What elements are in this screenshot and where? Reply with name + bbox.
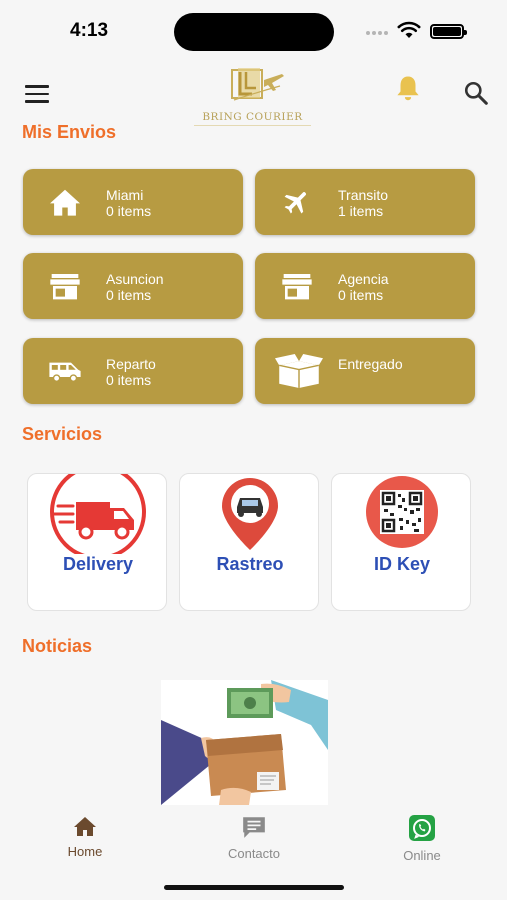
app-header: BRING COURIER — [0, 60, 507, 126]
service-label: ID Key — [373, 554, 431, 574]
shipment-label: Asuncion — [106, 271, 164, 287]
logo-underline — [194, 125, 311, 126]
van-icon — [47, 355, 83, 387]
shipment-label: Reparto — [106, 356, 156, 372]
shipments-section-title: Mis Envios — [22, 122, 117, 142]
service-label: Rastreo — [216, 554, 284, 574]
map-pin-car-icon — [180, 474, 320, 556]
hamburger-menu-icon[interactable] — [25, 85, 49, 103]
shipment-label: Miami — [106, 187, 144, 203]
app-logo: BRING COURIER — [190, 64, 315, 126]
search-icon[interactable] — [463, 80, 489, 106]
store-icon — [47, 270, 83, 302]
nav-label: Home — [67, 844, 103, 859]
store-icon — [279, 270, 315, 302]
home-icon — [74, 817, 96, 836]
shipment-card-reparto[interactable]: Reparto 0 items — [23, 338, 243, 404]
shipment-count: 0 items — [106, 287, 152, 303]
service-label: Delivery — [62, 554, 134, 574]
shipment-label: Agencia — [338, 271, 389, 287]
service-card-id-key[interactable]: ID Key — [331, 473, 471, 611]
shipment-count: 0 items — [106, 203, 152, 219]
shipment-card-asuncion[interactable]: Asuncion 0 items — [23, 253, 243, 319]
bottom-navigation: Home Contacto Online — [0, 805, 507, 900]
battery-icon — [430, 24, 467, 39]
shipment-count: 0 items — [338, 287, 384, 303]
home-icon — [47, 186, 83, 218]
status-time: 4:13 — [70, 20, 109, 41]
service-card-delivery[interactable]: Delivery — [27, 473, 167, 611]
notification-bell-icon[interactable] — [393, 74, 423, 104]
service-card-rastreo[interactable]: Rastreo — [179, 473, 319, 611]
shipment-card-entregado[interactable]: Entregado — [255, 338, 475, 404]
services-section-title: Servicios — [22, 424, 103, 444]
cellular-signal-icon — [366, 31, 388, 35]
nav-label: Contacto — [227, 846, 281, 861]
airplane-icon — [279, 186, 315, 218]
logo-text: BRING COURIER — [202, 111, 303, 123]
open-box-icon — [275, 354, 323, 388]
home-indicator — [164, 885, 344, 890]
shipment-count: 1 items — [338, 203, 384, 219]
shipment-label: Transito — [338, 187, 389, 203]
logo-mark-icon — [231, 68, 284, 101]
news-image[interactable] — [161, 680, 328, 805]
nav-item-contacto[interactable]: Contacto — [204, 815, 304, 861]
shipment-card-agencia[interactable]: Agencia 0 items — [255, 253, 475, 319]
shipment-card-transito[interactable]: Transito 1 items — [255, 169, 475, 235]
shipment-count: 0 items — [106, 372, 152, 388]
wifi-icon — [397, 21, 421, 38]
whatsapp-icon — [409, 815, 435, 841]
dynamic-island — [174, 13, 334, 51]
qr-code-icon — [332, 474, 472, 556]
nav-item-home[interactable]: Home — [35, 815, 135, 859]
nav-item-online[interactable]: Online — [372, 815, 472, 863]
nav-label: Online — [403, 848, 441, 863]
status-bar: 4:13 — [0, 0, 507, 60]
shipment-label: Entregado — [338, 356, 403, 372]
chat-icon — [243, 817, 265, 838]
shipment-card-miami[interactable]: Miami 0 items — [23, 169, 243, 235]
news-section-title: Noticias — [22, 636, 93, 656]
delivery-truck-icon — [28, 474, 168, 556]
